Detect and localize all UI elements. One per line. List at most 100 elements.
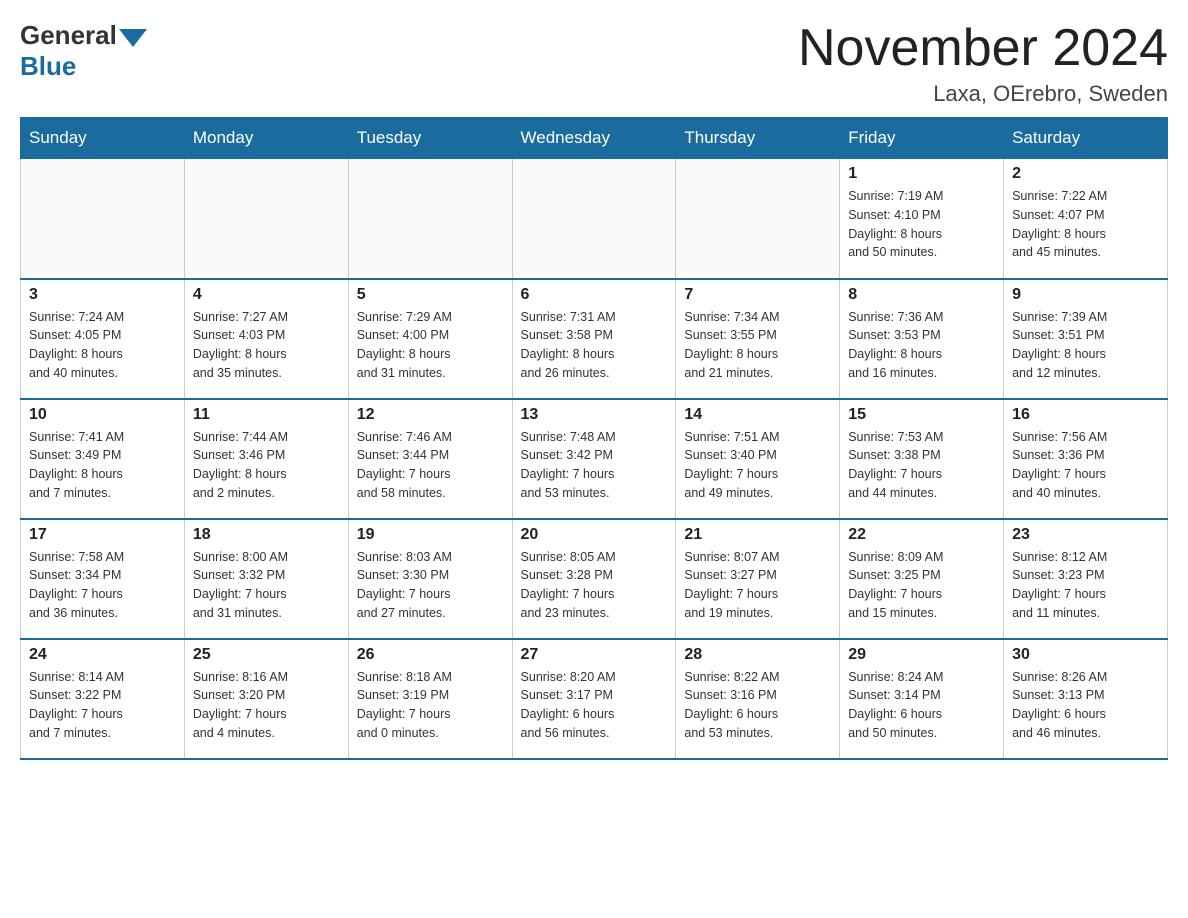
calendar-cell-w0-d4	[676, 159, 840, 279]
calendar-week-0: 1 Sunrise: 7:19 AM Sunset: 4:10 PM Daylig…	[21, 159, 1168, 279]
calendar-cell-w4-d4: 28 Sunrise: 8:22 AM Sunset: 3:16 PM Dayli…	[676, 639, 840, 759]
calendar-body: 1 Sunrise: 7:19 AM Sunset: 4:10 PM Daylig…	[21, 159, 1168, 759]
column-header-friday: Friday	[840, 118, 1004, 159]
calendar-cell-w1-d5: 8 Sunrise: 7:36 AM Sunset: 3:53 PM Daylig…	[840, 279, 1004, 399]
day-number: 26	[357, 646, 504, 664]
day-number: 6	[521, 286, 668, 304]
day-number: 16	[1012, 406, 1159, 424]
calendar-cell-w1-d0: 3 Sunrise: 7:24 AM Sunset: 4:05 PM Daylig…	[21, 279, 185, 399]
day-info: Sunrise: 8:03 AM Sunset: 3:30 PM Dayligh…	[357, 548, 504, 623]
column-header-monday: Monday	[184, 118, 348, 159]
day-info: Sunrise: 8:07 AM Sunset: 3:27 PM Dayligh…	[684, 548, 831, 623]
day-number: 29	[848, 646, 995, 664]
day-info: Sunrise: 8:16 AM Sunset: 3:20 PM Dayligh…	[193, 668, 340, 743]
day-info: Sunrise: 8:05 AM Sunset: 3:28 PM Dayligh…	[521, 548, 668, 623]
day-number: 24	[29, 646, 176, 664]
calendar-cell-w4-d3: 27Sunrise: 8:20 AM Sunset: 3:17 PM Dayli…	[512, 639, 676, 759]
calendar-header-row: SundayMondayTuesdayWednesdayThursdayFrid…	[21, 118, 1168, 159]
day-number: 30	[1012, 646, 1159, 664]
calendar-cell-w3-d4: 21 Sunrise: 8:07 AM Sunset: 3:27 PM Dayli…	[676, 519, 840, 639]
day-info: Sunrise: 7:29 AM Sunset: 4:00 PM Dayligh…	[357, 308, 504, 383]
calendar-cell-w1-d1: 4Sunrise: 7:27 AM Sunset: 4:03 PM Daylig…	[184, 279, 348, 399]
page-header: General Blue November 2024 Laxa, OErebro…	[20, 20, 1168, 107]
day-info: Sunrise: 8:09 AM Sunset: 3:25 PM Dayligh…	[848, 548, 995, 623]
day-number: 12	[357, 406, 504, 424]
day-info: Sunrise: 8:14 AM Sunset: 3:22 PM Dayligh…	[29, 668, 176, 743]
day-number: 22	[848, 526, 995, 544]
day-info: Sunrise: 7:36 AM Sunset: 3:53 PM Dayligh…	[848, 308, 995, 383]
calendar-cell-w2-d3: 13 Sunrise: 7:48 AM Sunset: 3:42 PM Dayli…	[512, 399, 676, 519]
logo-general: General	[20, 20, 147, 51]
calendar-cell-w4-d1: 25 Sunrise: 8:16 AM Sunset: 3:20 PM Dayli…	[184, 639, 348, 759]
calendar-cell-w3-d0: 17 Sunrise: 7:58 AM Sunset: 3:34 PM Dayli…	[21, 519, 185, 639]
day-info: Sunrise: 8:12 AM Sunset: 3:23 PM Dayligh…	[1012, 548, 1159, 623]
calendar-cell-w2-d5: 15Sunrise: 7:53 AM Sunset: 3:38 PM Dayli…	[840, 399, 1004, 519]
calendar-cell-w3-d6: 23 Sunrise: 8:12 AM Sunset: 3:23 PM Dayli…	[1004, 519, 1168, 639]
day-info: Sunrise: 7:53 AM Sunset: 3:38 PM Dayligh…	[848, 428, 995, 503]
day-info: Sunrise: 7:46 AM Sunset: 3:44 PM Dayligh…	[357, 428, 504, 503]
calendar-cell-w3-d3: 20 Sunrise: 8:05 AM Sunset: 3:28 PM Dayli…	[512, 519, 676, 639]
day-number: 3	[29, 286, 176, 304]
calendar-week-2: 10 Sunrise: 7:41 AM Sunset: 3:49 PM Dayli…	[21, 399, 1168, 519]
title-area: November 2024 Laxa, OErebro, Sweden	[798, 20, 1168, 107]
day-number: 21	[684, 526, 831, 544]
column-header-sunday: Sunday	[21, 118, 185, 159]
day-number: 27	[521, 646, 668, 664]
day-info: Sunrise: 7:58 AM Sunset: 3:34 PM Dayligh…	[29, 548, 176, 623]
calendar-cell-w2-d1: 11 Sunrise: 7:44 AM Sunset: 3:46 PM Dayli…	[184, 399, 348, 519]
calendar-table: SundayMondayTuesdayWednesdayThursdayFrid…	[20, 117, 1168, 760]
calendar-week-4: 24 Sunrise: 8:14 AM Sunset: 3:22 PM Dayli…	[21, 639, 1168, 759]
day-number: 8	[848, 286, 995, 304]
column-header-wednesday: Wednesday	[512, 118, 676, 159]
day-info: Sunrise: 8:18 AM Sunset: 3:19 PM Dayligh…	[357, 668, 504, 743]
calendar-cell-w0-d6: 2 Sunrise: 7:22 AM Sunset: 4:07 PM Daylig…	[1004, 159, 1168, 279]
day-info: Sunrise: 8:00 AM Sunset: 3:32 PM Dayligh…	[193, 548, 340, 623]
day-number: 18	[193, 526, 340, 544]
day-number: 2	[1012, 165, 1159, 183]
day-number: 20	[521, 526, 668, 544]
day-info: Sunrise: 7:44 AM Sunset: 3:46 PM Dayligh…	[193, 428, 340, 503]
day-number: 7	[684, 286, 831, 304]
calendar-cell-w1-d4: 7Sunrise: 7:34 AM Sunset: 3:55 PM Daylig…	[676, 279, 840, 399]
calendar-cell-w1-d2: 5Sunrise: 7:29 AM Sunset: 4:00 PM Daylig…	[348, 279, 512, 399]
day-number: 14	[684, 406, 831, 424]
day-number: 28	[684, 646, 831, 664]
day-info: Sunrise: 7:31 AM Sunset: 3:58 PM Dayligh…	[521, 308, 668, 383]
day-number: 13	[521, 406, 668, 424]
location: Laxa, OErebro, Sweden	[798, 81, 1168, 107]
day-info: Sunrise: 7:48 AM Sunset: 3:42 PM Dayligh…	[521, 428, 668, 503]
calendar-cell-w1-d6: 9Sunrise: 7:39 AM Sunset: 3:51 PM Daylig…	[1004, 279, 1168, 399]
day-info: Sunrise: 7:56 AM Sunset: 3:36 PM Dayligh…	[1012, 428, 1159, 503]
calendar-cell-w2-d4: 14Sunrise: 7:51 AM Sunset: 3:40 PM Dayli…	[676, 399, 840, 519]
day-info: Sunrise: 8:22 AM Sunset: 3:16 PM Dayligh…	[684, 668, 831, 743]
calendar-cell-w2-d0: 10 Sunrise: 7:41 AM Sunset: 3:49 PM Dayli…	[21, 399, 185, 519]
month-title: November 2024	[798, 20, 1168, 77]
day-info: Sunrise: 7:41 AM Sunset: 3:49 PM Dayligh…	[29, 428, 176, 503]
day-info: Sunrise: 7:24 AM Sunset: 4:05 PM Dayligh…	[29, 308, 176, 383]
day-number: 17	[29, 526, 176, 544]
calendar-header: SundayMondayTuesdayWednesdayThursdayFrid…	[21, 118, 1168, 159]
day-number: 23	[1012, 526, 1159, 544]
column-header-thursday: Thursday	[676, 118, 840, 159]
calendar-cell-w4-d2: 26 Sunrise: 8:18 AM Sunset: 3:19 PM Dayli…	[348, 639, 512, 759]
day-info: Sunrise: 7:22 AM Sunset: 4:07 PM Dayligh…	[1012, 187, 1159, 262]
day-number: 11	[193, 406, 340, 424]
day-number: 1	[848, 165, 995, 183]
day-number: 9	[1012, 286, 1159, 304]
logo-general-text: General	[20, 20, 117, 51]
calendar-cell-w2-d6: 16 Sunrise: 7:56 AM Sunset: 3:36 PM Dayli…	[1004, 399, 1168, 519]
day-info: Sunrise: 7:19 AM Sunset: 4:10 PM Dayligh…	[848, 187, 995, 262]
calendar-cell-w0-d2	[348, 159, 512, 279]
column-header-saturday: Saturday	[1004, 118, 1168, 159]
calendar-cell-w4-d5: 29Sunrise: 8:24 AM Sunset: 3:14 PM Dayli…	[840, 639, 1004, 759]
calendar-cell-w3-d1: 18 Sunrise: 8:00 AM Sunset: 3:32 PM Dayli…	[184, 519, 348, 639]
calendar-week-3: 17 Sunrise: 7:58 AM Sunset: 3:34 PM Dayli…	[21, 519, 1168, 639]
day-number: 19	[357, 526, 504, 544]
day-number: 25	[193, 646, 340, 664]
calendar-cell-w0-d1	[184, 159, 348, 279]
calendar-cell-w4-d6: 30Sunrise: 8:26 AM Sunset: 3:13 PM Dayli…	[1004, 639, 1168, 759]
logo: General Blue	[20, 20, 147, 82]
day-number: 10	[29, 406, 176, 424]
calendar-cell-w1-d3: 6 Sunrise: 7:31 AM Sunset: 3:58 PM Daylig…	[512, 279, 676, 399]
calendar-cell-w0-d5: 1 Sunrise: 7:19 AM Sunset: 4:10 PM Daylig…	[840, 159, 1004, 279]
